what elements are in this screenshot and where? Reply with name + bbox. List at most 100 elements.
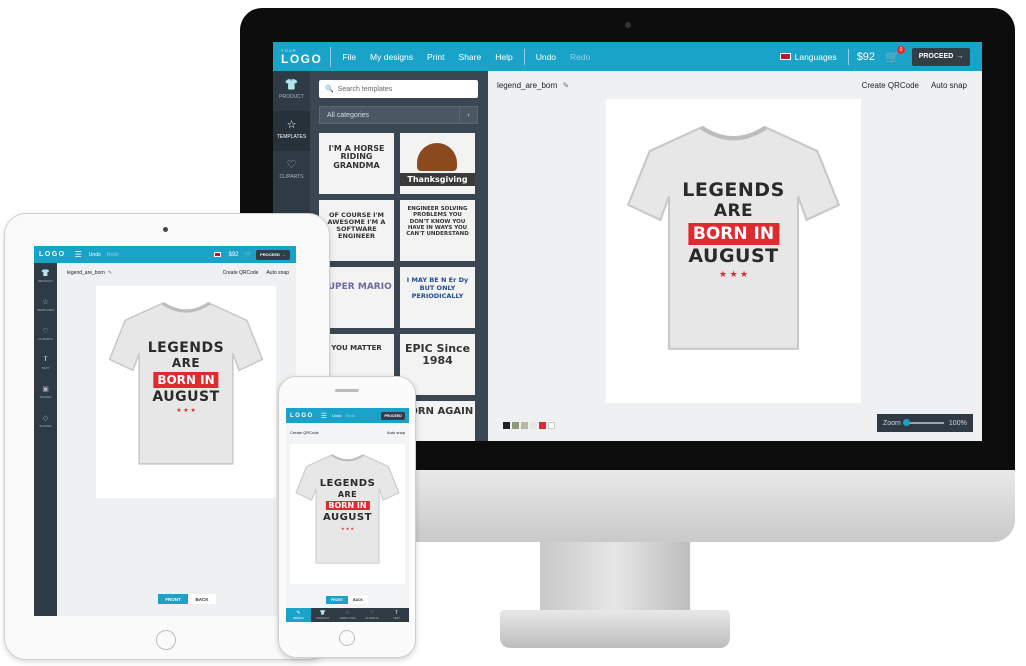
design-canvas[interactable]: LEGENDS ARE BORN IN AUGUST ★ ★ ★	[606, 99, 861, 403]
proceed-button[interactable]: PROCEED →	[256, 249, 290, 260]
design-line-are: ARE	[337, 490, 358, 499]
text-icon: 𝐓	[43, 356, 48, 363]
logo-text: LOGO	[39, 251, 66, 258]
menu-file[interactable]: File	[335, 52, 363, 62]
template-super-mario[interactable]: SUPER MARIO	[319, 267, 394, 328]
category-select[interactable]: All categories ›	[319, 106, 478, 124]
monitor-stand-neck	[540, 542, 690, 620]
back-toggle[interactable]: BACK	[348, 596, 368, 604]
languages-menu[interactable]: Languages	[795, 52, 844, 62]
pencil-icon[interactable]: ✎	[108, 270, 112, 276]
template-horse-riding-grandma[interactable]: I'M A HORSE RIDING GRANDMA	[319, 133, 394, 194]
sidebar-item-label: PRODUCT	[279, 94, 304, 100]
phone-speaker	[335, 389, 359, 392]
tablet-camera	[163, 227, 168, 232]
menu-print[interactable]: Print	[420, 52, 451, 62]
tablet-home-button[interactable]	[156, 630, 176, 650]
template-text: YOU MATTER	[331, 344, 382, 352]
shapes-icon: ◇	[42, 415, 49, 422]
tab-label: PRODUCT	[315, 616, 330, 620]
color-swatch[interactable]	[539, 422, 546, 429]
logo[interactable]: LOGO	[34, 251, 71, 258]
image-icon: ▣	[42, 386, 49, 393]
design-name[interactable]: legend_are_born	[497, 81, 558, 90]
zoom-slider-handle[interactable]	[902, 419, 910, 426]
search-icon: 🔍	[325, 86, 334, 93]
sidebar-item-label: IMAGES	[39, 395, 52, 399]
undo-button[interactable]: Undo	[86, 252, 104, 258]
auto-snap-button[interactable]: Auto snap	[931, 81, 967, 90]
pencil-icon[interactable]: ✎	[563, 81, 570, 90]
tab-label: CLIPARTS	[365, 616, 379, 620]
design-canvas[interactable]: LEGENDS ARE BORN IN AUGUST ★ ★ ★	[290, 444, 405, 584]
sidebar-item-product[interactable]: 👕 PRODUCT	[34, 263, 57, 292]
proceed-label: PROCEED	[260, 252, 280, 257]
create-qrcode-button[interactable]: Create QRCode	[290, 430, 319, 435]
design-line-born-in: BORN IN	[153, 372, 219, 388]
sidebar-item-text[interactable]: 𝐓 TEXT	[34, 350, 57, 379]
sidebar-item-cliparts[interactable]: ♡ CLIPARTS	[273, 151, 310, 191]
logo[interactable]: YOUR LOGO	[273, 46, 332, 67]
design-line-august: AUGUST	[152, 389, 220, 405]
hamburger-icon[interactable]: ☰	[318, 412, 330, 420]
sidebar-item-cliparts[interactable]: ♡ CLIPARTS	[34, 321, 57, 350]
logo[interactable]: LOGO	[286, 413, 318, 419]
redo-button[interactable]: Redo	[104, 252, 122, 258]
tab-design[interactable]: ✎ DESIGN	[286, 608, 311, 622]
design-canvas[interactable]: LEGENDS ARE BORN IN AUGUST ★ ★ ★	[96, 286, 276, 498]
template-software-engineer[interactable]: OF COURSE I'M AWESOME I'M A SOFTWARE ENG…	[319, 200, 394, 261]
logo-text: LOGO	[281, 51, 323, 66]
logo-tagline: YOUR	[281, 47, 297, 53]
tab-cliparts[interactable]: ♡ CLIPARTS	[360, 608, 385, 622]
create-qrcode-button[interactable]: Create QRCode	[862, 81, 919, 90]
sidebar-item-images[interactable]: ▣ IMAGES	[34, 379, 57, 408]
design-name[interactable]: legend_are_born	[67, 270, 105, 276]
logo-text: LOGO	[290, 412, 314, 419]
redo-button[interactable]: Redo	[344, 413, 358, 418]
menu-help[interactable]: Help	[488, 52, 519, 62]
back-toggle[interactable]: BACK	[188, 594, 216, 604]
redo-button[interactable]: Redo	[563, 52, 597, 62]
cart-icon[interactable]: 🛒 0	[879, 45, 906, 64]
color-swatches	[503, 422, 555, 429]
color-swatch[interactable]	[503, 422, 510, 429]
auto-snap-button[interactable]: Auto snap	[266, 270, 289, 276]
template-text: Thanksgiving	[400, 173, 475, 186]
color-swatch[interactable]	[548, 422, 555, 429]
front-toggle[interactable]: FRONT	[158, 594, 188, 604]
menu-share[interactable]: Share	[452, 52, 489, 62]
template-thanksgiving[interactable]: Thanksgiving	[400, 133, 475, 194]
sidebar-item-templates[interactable]: ☆ TEMPLATES	[34, 292, 57, 321]
sidebar-item-label: SHAPES	[39, 424, 52, 428]
undo-button[interactable]: Undo	[529, 52, 563, 62]
menu-my-designs[interactable]: My designs	[363, 52, 420, 62]
create-qrcode-button[interactable]: Create QRCode	[223, 270, 259, 276]
heart-icon: ♡	[42, 328, 49, 335]
sidebar-item-templates[interactable]: ☆ TEMPLATES	[273, 111, 310, 151]
tab-templates[interactable]: ☆ TEMPLATES	[335, 608, 360, 622]
proceed-button[interactable]: PROCEED	[381, 411, 405, 420]
color-swatch[interactable]	[521, 422, 528, 429]
hamburger-icon[interactable]: ☰	[71, 250, 86, 259]
proceed-button[interactable]: PROCEED →	[912, 47, 970, 66]
tab-text[interactable]: 𝐓 TEXT	[384, 608, 409, 622]
search-input[interactable]: 🔍 Search templates	[319, 80, 478, 98]
template-engineer-solving-problems[interactable]: ENGINEER SOLVING PROBLEMS YOU DON'T KNOW…	[400, 200, 475, 261]
canvas-header: legend_are_born ✎ Create QRCode Auto sna…	[67, 268, 289, 278]
front-toggle[interactable]: FRONT	[326, 596, 348, 604]
tab-label: TEXT	[393, 616, 401, 620]
undo-button[interactable]: Undo	[330, 413, 344, 418]
color-swatch[interactable]	[512, 422, 519, 429]
tshirt-mockup: LEGENDS ARE BORN IN AUGUST ★ ★ ★	[108, 296, 264, 468]
phone-bottom-tabs: ✎ DESIGN 👕 PRODUCT ☆ TEMPLATES ♡ CLIPART…	[286, 608, 409, 622]
sidebar-item-product[interactable]: 👕 PRODUCT	[273, 71, 310, 111]
template-nerdy[interactable]: I MAY BE N Er Dy BUT ONLY PERIODICALLY	[400, 267, 475, 328]
arrow-right-icon: →	[281, 252, 286, 257]
sidebar-item-shapes[interactable]: ◇ SHAPES	[34, 408, 57, 437]
color-swatch[interactable]	[530, 422, 537, 429]
tab-product[interactable]: 👕 PRODUCT	[311, 608, 336, 622]
cart-icon[interactable]: 🛒	[241, 251, 256, 258]
phone-home-button[interactable]	[339, 630, 355, 646]
zoom-slider[interactable]	[902, 419, 944, 426]
auto-snap-button[interactable]: Auto snap	[387, 430, 405, 435]
